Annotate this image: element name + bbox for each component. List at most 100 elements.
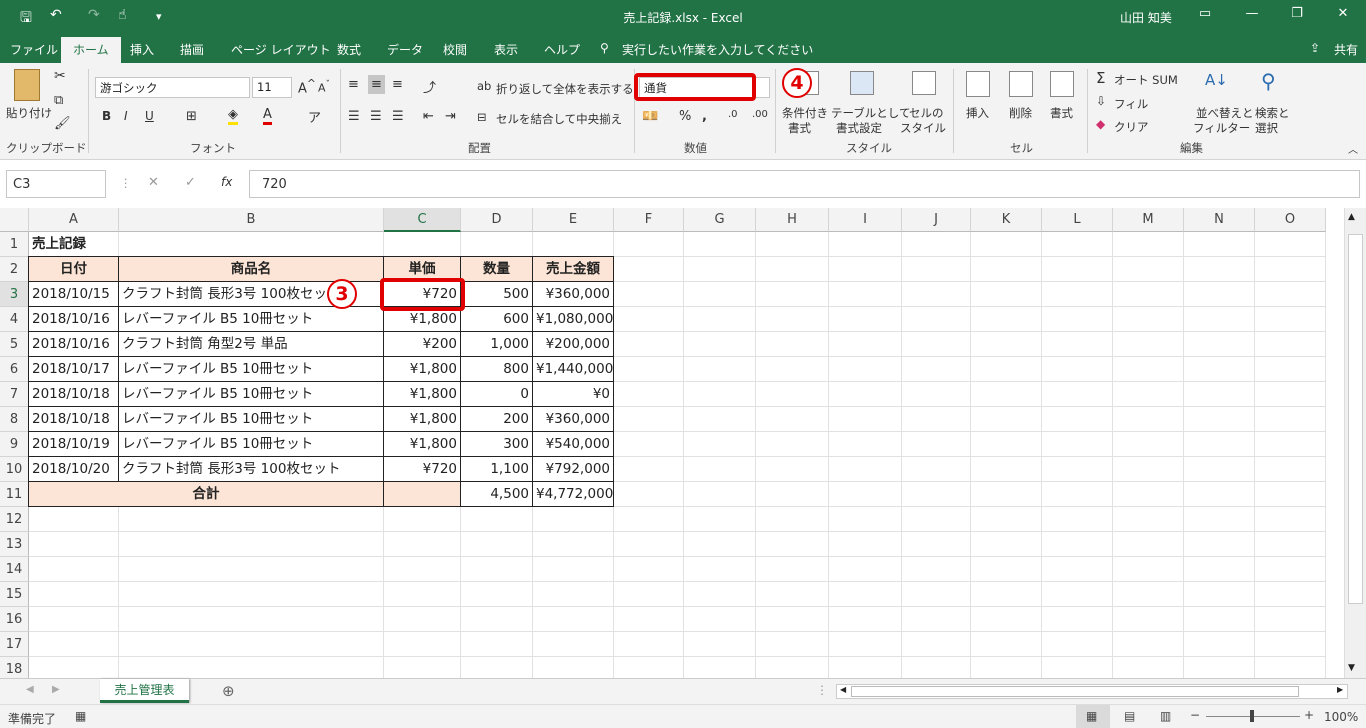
table-cell[interactable]: 0 bbox=[460, 381, 533, 407]
sort-filter-icon[interactable]: A↓ bbox=[1205, 71, 1228, 89]
grid-cell[interactable] bbox=[1113, 482, 1184, 507]
accounting-format-icon[interactable]: 💴 bbox=[642, 109, 658, 124]
grid-cell[interactable] bbox=[684, 557, 756, 582]
grid-cell[interactable] bbox=[971, 607, 1042, 632]
search-icon[interactable]: ⚲ bbox=[600, 41, 609, 55]
phonetic-icon[interactable]: ア bbox=[308, 107, 321, 126]
table-cell[interactable]: 2018/10/16 bbox=[28, 331, 119, 357]
sort-filter-label-2[interactable]: フィルター bbox=[1193, 120, 1250, 136]
grid-cell[interactable] bbox=[829, 382, 902, 407]
grid-cell[interactable] bbox=[756, 282, 829, 307]
grid-cell[interactable] bbox=[684, 332, 756, 357]
grid-cell[interactable] bbox=[1113, 582, 1184, 607]
horizontal-scroll-thumb[interactable] bbox=[851, 686, 1299, 697]
table-cell[interactable]: 200 bbox=[460, 406, 533, 432]
grid-cell[interactable] bbox=[1113, 307, 1184, 332]
bold-icon[interactable]: B bbox=[102, 109, 111, 123]
normal-view-icon[interactable]: ▦ bbox=[1086, 709, 1097, 723]
grid-cell[interactable] bbox=[1113, 632, 1184, 657]
grid-cell[interactable] bbox=[1042, 357, 1113, 382]
grid-cell[interactable] bbox=[756, 582, 829, 607]
grid-cell[interactable] bbox=[384, 557, 461, 582]
cell-styles-icon[interactable] bbox=[912, 71, 936, 95]
column-header[interactable]: D bbox=[461, 208, 533, 232]
grid-cell[interactable] bbox=[1184, 382, 1255, 407]
row-header[interactable]: 16 bbox=[0, 607, 29, 632]
grid-cell[interactable] bbox=[1255, 657, 1326, 678]
grid-cell[interactable] bbox=[29, 532, 119, 557]
table-cell[interactable]: ¥1,080,000 bbox=[532, 306, 614, 332]
grid-cell[interactable] bbox=[119, 607, 384, 632]
grid-cell[interactable] bbox=[902, 607, 971, 632]
border-icon[interactable]: ⊞ bbox=[186, 109, 197, 124]
collapse-ribbon-icon[interactable]: ︿ bbox=[1348, 141, 1358, 156]
minimize-icon[interactable]: — bbox=[1237, 6, 1267, 21]
grid-cell[interactable] bbox=[1184, 407, 1255, 432]
insert-cells-button[interactable]: 挿入 bbox=[966, 105, 989, 121]
grid-cell[interactable] bbox=[684, 457, 756, 482]
grid-cell[interactable] bbox=[971, 307, 1042, 332]
grid-cell[interactable] bbox=[1113, 432, 1184, 457]
tab-file[interactable]: ファイル bbox=[10, 41, 58, 58]
grid-cell[interactable] bbox=[971, 532, 1042, 557]
grid-cell[interactable] bbox=[829, 657, 902, 678]
grid-cell[interactable] bbox=[829, 282, 902, 307]
grid-cell[interactable] bbox=[533, 582, 614, 607]
table-cell[interactable]: レバーファイル B5 10冊セット bbox=[118, 306, 384, 332]
grid-cell[interactable] bbox=[684, 307, 756, 332]
grid-cell[interactable] bbox=[29, 657, 119, 678]
row-header[interactable]: 2 bbox=[0, 257, 29, 282]
row-header[interactable]: 1 bbox=[0, 232, 29, 257]
tab-data[interactable]: データ bbox=[387, 41, 423, 58]
grid-cell[interactable] bbox=[829, 307, 902, 332]
grid-cell[interactable] bbox=[119, 557, 384, 582]
grid-cell[interactable] bbox=[756, 607, 829, 632]
grid-cell[interactable] bbox=[614, 657, 684, 678]
grid-cell[interactable] bbox=[684, 432, 756, 457]
grid-cell[interactable] bbox=[756, 332, 829, 357]
grid-cell[interactable] bbox=[119, 507, 384, 532]
total-unit-price[interactable] bbox=[383, 481, 461, 507]
grid-cell[interactable] bbox=[461, 582, 533, 607]
grid-cell[interactable] bbox=[1184, 482, 1255, 507]
grid-cell[interactable] bbox=[1184, 257, 1255, 282]
name-box[interactable]: C3 bbox=[6, 170, 106, 198]
grid-cell[interactable] bbox=[29, 582, 119, 607]
column-label[interactable]: 日付 bbox=[28, 256, 119, 282]
grid-cell[interactable] bbox=[829, 432, 902, 457]
column-header[interactable]: M bbox=[1113, 208, 1184, 232]
tab-view[interactable]: 表示 bbox=[494, 41, 518, 58]
zoom-out-icon[interactable]: − bbox=[1190, 708, 1200, 722]
row-header[interactable]: 18 bbox=[0, 657, 29, 678]
grid-cell[interactable] bbox=[1255, 632, 1326, 657]
grid-cell[interactable] bbox=[902, 457, 971, 482]
sort-filter-label-1[interactable]: 並べ替えと bbox=[1196, 105, 1254, 121]
grid-cell[interactable] bbox=[614, 332, 684, 357]
clear-button[interactable]: クリア bbox=[1114, 119, 1149, 135]
column-header[interactable]: N bbox=[1184, 208, 1255, 232]
prev-sheet-icon[interactable]: ◀ bbox=[26, 684, 34, 695]
zoom-level[interactable]: 100% bbox=[1324, 710, 1358, 724]
column-label[interactable]: 数量 bbox=[460, 256, 533, 282]
insert-cells-icon[interactable] bbox=[966, 71, 990, 97]
grid-cell[interactable] bbox=[1184, 632, 1255, 657]
grid-cell[interactable] bbox=[1113, 332, 1184, 357]
grid-cell[interactable] bbox=[1255, 432, 1326, 457]
autosum-icon[interactable]: Σ bbox=[1096, 69, 1105, 87]
align-bottom-icon[interactable]: ≡ bbox=[392, 77, 403, 92]
find-icon[interactable]: ⚲ bbox=[1261, 69, 1276, 93]
add-sheet-icon[interactable]: ⊕ bbox=[222, 682, 235, 700]
table-cell[interactable]: 2018/10/19 bbox=[28, 431, 119, 457]
row-header[interactable]: 10 bbox=[0, 457, 29, 482]
grid-cell[interactable] bbox=[902, 407, 971, 432]
column-header[interactable]: F bbox=[614, 208, 684, 232]
maximize-icon[interactable]: ❐ bbox=[1282, 6, 1312, 21]
grid-cell[interactable] bbox=[1113, 382, 1184, 407]
grid-cell[interactable] bbox=[461, 532, 533, 557]
grid-cell[interactable] bbox=[1042, 507, 1113, 532]
table-cell[interactable]: ¥360,000 bbox=[532, 281, 614, 307]
select-all-corner[interactable] bbox=[0, 208, 29, 232]
grid-cell[interactable] bbox=[756, 357, 829, 382]
grid-cell[interactable] bbox=[614, 482, 684, 507]
column-header[interactable]: O bbox=[1255, 208, 1326, 232]
